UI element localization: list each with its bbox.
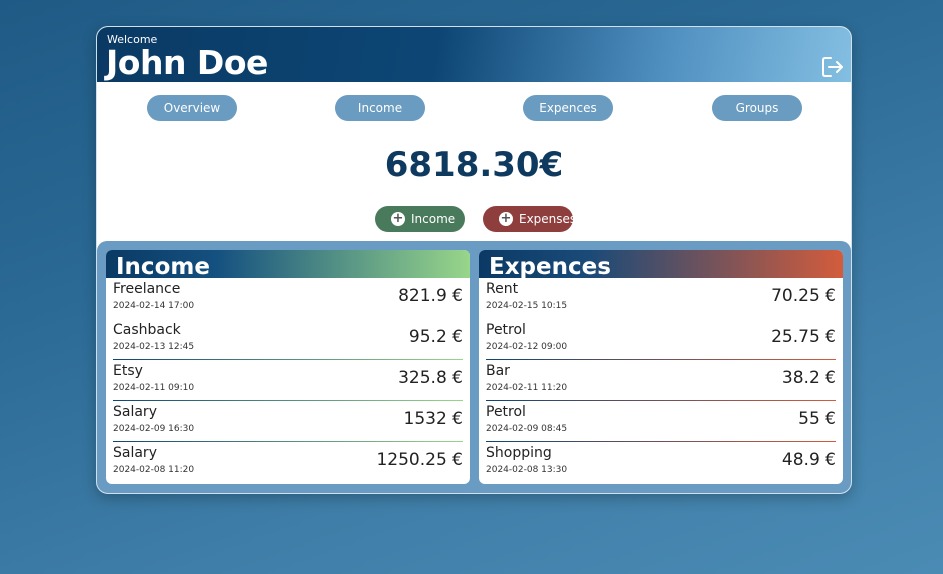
nav-groups[interactable]: Groups [712, 95, 802, 121]
dashboard-card: Welcome John Doe Overview Income Expence… [96, 26, 852, 494]
list-item[interactable]: Shopping 2024-02-08 13:30 48.9 € [486, 442, 836, 483]
expenses-list: Rent 2024-02-15 10:15 70.25 € Petrol 2024-02… [479, 278, 843, 483]
list-item[interactable]: Rent 2024-02-15 10:15 70.25 € [486, 278, 836, 319]
plus-circle-icon: + [391, 211, 405, 226]
item-date: 2024-02-08 11:20 [113, 465, 195, 475]
plus-circle-icon: + [499, 211, 513, 226]
list-item[interactable]: Salary 2024-02-08 11:20 1250.25 € [113, 442, 463, 483]
list-item[interactable]: Cashback 2024-02-13 12:45 95.2 € [113, 319, 463, 360]
nav-income[interactable]: Income [335, 95, 425, 121]
logout-icon[interactable] [821, 56, 845, 78]
income-list: Freelance 2024-02-14 17:00 821.9 € Cashback… [106, 278, 470, 483]
item-name: Cashback [113, 322, 181, 338]
add-expenses-label: Expenses [519, 212, 577, 226]
item-amount: 70.25 € [771, 286, 836, 306]
item-amount: 48.9 € [781, 450, 836, 470]
item-date: 2024-02-08 13:30 [486, 465, 568, 475]
item-amount: 821.9 € [398, 286, 463, 306]
item-name: Rent [486, 281, 519, 297]
item-name: Bar [486, 363, 510, 379]
expenses-panel-title: Expences [489, 254, 611, 280]
item-date: 2024-02-12 09:00 [486, 342, 568, 352]
item-date: 2024-02-11 11:20 [486, 383, 568, 393]
item-date: 2024-02-09 16:30 [113, 424, 195, 434]
item-amount: 1532 € [403, 409, 463, 429]
nav-overview[interactable]: Overview [147, 95, 237, 121]
list-item[interactable]: Petrol 2024-02-09 08:45 55 € [486, 401, 836, 442]
item-date: 2024-02-11 09:10 [113, 383, 195, 393]
expenses-panel-header: Expences [479, 250, 843, 280]
balance-total: 6818.30€ [384, 145, 564, 185]
income-panel-header: Income [106, 250, 470, 280]
item-name: Freelance [113, 281, 181, 297]
item-name: Petrol [486, 322, 526, 338]
list-item[interactable]: Etsy 2024-02-11 09:10 325.8 € [113, 360, 463, 401]
user-name: John Doe [106, 43, 268, 82]
nav-expences[interactable]: Expences [523, 95, 613, 121]
item-amount: 325.8 € [398, 368, 463, 388]
list-item[interactable]: Petrol 2024-02-12 09:00 25.75 € [486, 319, 836, 360]
income-panel-title: Income [116, 254, 210, 280]
item-amount: 1250.25 € [376, 450, 463, 470]
item-name: Petrol [486, 404, 526, 420]
item-name: Etsy [113, 363, 143, 379]
income-panel: Income Freelance 2024-02-14 17:00 821.9 € C… [106, 250, 470, 484]
item-name: Shopping [486, 445, 552, 461]
expenses-panel: Expences Rent 2024-02-15 10:15 70.25 € Petr… [479, 250, 843, 484]
item-amount: 95.2 € [408, 327, 463, 347]
item-amount: 25.75 € [771, 327, 836, 347]
item-name: Salary [113, 445, 157, 461]
item-amount: 38.2 € [781, 368, 836, 388]
item-date: 2024-02-15 10:15 [486, 301, 568, 311]
list-item[interactable]: Bar 2024-02-11 11:20 38.2 € [486, 360, 836, 401]
list-item[interactable]: Salary 2024-02-09 16:30 1532 € [113, 401, 463, 442]
transactions-area: Income Freelance 2024-02-14 17:00 821.9 € C… [97, 241, 851, 493]
item-date: 2024-02-09 08:45 [486, 424, 568, 434]
item-amount: 55 € [798, 409, 836, 429]
item-date: 2024-02-13 12:45 [113, 342, 195, 352]
add-income-label: Income [411, 212, 456, 226]
item-name: Salary [113, 404, 157, 420]
item-date: 2024-02-14 17:00 [113, 301, 195, 311]
list-item[interactable]: Freelance 2024-02-14 17:00 821.9 € [113, 278, 463, 319]
header: Welcome John Doe [97, 27, 851, 82]
add-expenses-button[interactable]: + Expenses [483, 206, 577, 232]
add-income-button[interactable]: + Income [375, 206, 465, 232]
